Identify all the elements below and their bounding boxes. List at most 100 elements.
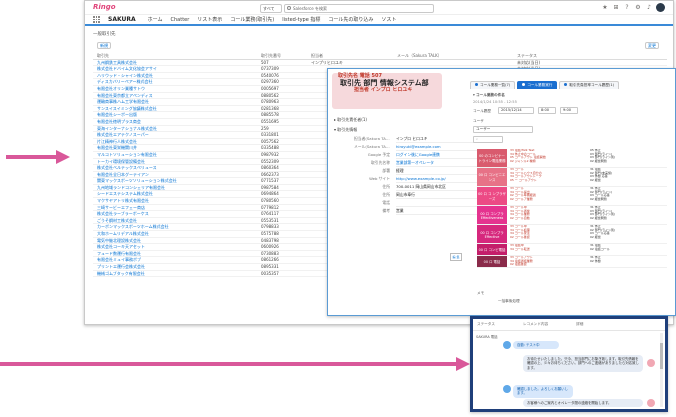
help-icon[interactable]: ? [623,4,631,12]
table-cell[interactable]: 三崎サービーエフェー商店 [93,205,261,211]
table-cell[interactable]: 株式会社コーキ天アセット [93,244,261,250]
table-cell[interactable]: 有限会社シーポー出版 [93,112,261,118]
field-label: 取引先名称 [371,160,390,165]
notifications-icon[interactable]: ♪ [645,4,653,12]
table-cell[interactable]: 機械ゴムブタック有限会社 [93,271,261,277]
call-section-title[interactable]: ▾ コール業務の件名 [473,93,505,98]
call-grid-row[interactable]: 00 ロ コンプラ Effective 33 コール中 34 コール処理 34 コ… [477,225,667,244]
user-avatar[interactable] [656,3,665,12]
table-cell[interactable]: 九州地域ランドコンシェリア有限会社 [93,185,261,191]
table-cell[interactable]: 関東マックスポーツソリューション株式会社 [93,178,261,184]
lookup-input[interactable]: ⌕ [473,136,503,143]
table-cell[interactable]: 片江精神行人株式会社 [93,139,261,145]
call-grid-right-cell[interactable]: 31 電話 02 部門(未実施) 03 休憩 応答 02 経営 [587,168,667,186]
change-button[interactable]: 変更 [645,42,659,49]
call-grid-row[interactable]: 00 ロ 電話 33 コールアウト 34 電話通話業務 02 電話確認 31 休止 … [477,256,667,268]
call-grid-left-cell[interactable]: 33 コール中 34 コール処理 34 コール受注 02 コール確認 [507,225,587,243]
call-grid-left-cell[interactable]: 33 電話中 34 コール転送 [507,244,587,255]
nav-item-metrics[interactable]: listed-type 指標 [282,16,320,23]
table-cell[interactable]: マルコトソリューション有限会社 [93,152,261,158]
call-grid-left-cell[interactable]: 33 コールアウト 34 電話通話業務 02 電話確認 [507,256,587,267]
table-cell[interactable]: フュード数運行有限会社 [93,251,261,257]
table-cell[interactable]: マクサヤアトリ株式有限会社 [93,198,261,204]
call-grid-right-cell[interactable]: 05 休止 03 部門(ライン) 03 部門(ライン別) 02 経営問題 [587,149,667,167]
call-grid-left-cell[interactable]: 33 コール 34 コールハウス自分の 34 コールアウトトーク 05 ー コー… [507,168,587,186]
call-grid-label[interactable]: 00 ロ 電話 [477,256,507,267]
table-cell[interactable]: トーカイ環境保管設備会社 [93,159,261,165]
table-cell[interactable]: 株式会社ラーブラーポーケス [93,211,261,217]
tab-call-history[interactable]: 取引先負担率コール履歴(1) [559,81,620,89]
call-grid-row[interactable]: 00 ロ コンビ電話 33 電話中 34 コール転送 31 電話 02 電話コール [477,244,667,256]
call-grid-label[interactable]: 00 のコンビナー トライン電話業務 [477,149,507,167]
call-grid-left-cell[interactable]: 33 電話/Talk Test 34 休止中のコール 05 コールアウト 電話開… [507,149,587,167]
settings-icon[interactable]: ⚙ [634,4,642,12]
column-header-status[interactable]: ステータス [517,53,657,59]
add-icon[interactable]: ⊞ [612,4,620,12]
call-grid-right-cell[interactable]: 31 電話 02 電話コール [587,244,667,255]
table-cell[interactable]: 有限会社全日本グーテイアン [93,172,261,178]
date-field[interactable]: 2015/12/14 [498,107,534,114]
table-cell[interactable]: 有限会社徳明プラス商会 [93,119,261,125]
call-grid-right-cell[interactable]: 31 休止 02 部門(ライン) 03 コール応答 02 経営問題 [587,187,667,205]
table-cell[interactable]: シードエステシステム株式会社 [93,191,261,197]
table-cell[interactable]: カーボンマックスポーツホーム株式会社 [93,224,261,230]
edit-button[interactable]: 編 集 [450,253,462,261]
global-search-input[interactable]: Salesforce を検索 [284,4,434,13]
search-scope-select[interactable]: すべて [260,4,282,13]
call-grid-label[interactable]: 00 ロ コンプラ Effectiveness [477,206,507,224]
call-grid-label[interactable]: 00 ロ コンビニエンス [477,168,507,186]
column-header-account[interactable]: 取引先 [93,53,261,59]
time-end-field[interactable]: 9:00 [560,107,578,114]
nav-item-call-accounts[interactable]: コール業務(取引先) [230,16,274,23]
user-select[interactable]: ユーザー [473,126,533,133]
section-account-info[interactable]: ▾ 取引先情報 [334,127,357,133]
tab-call-list[interactable]: コール業務一覧(7) [470,81,516,89]
favorites-icon[interactable]: ★ [601,4,609,12]
column-header-number[interactable]: 取引先番号 [261,53,311,59]
table-cell[interactable]: サンスイスイミング協議株式会社 [93,106,261,112]
table-cell[interactable]: 運輸商事株ハム工学有限会社 [93,99,261,105]
table-cell[interactable]: 東海インターナショナル株式会社 [93,126,261,132]
call-grid-label[interactable]: 00 ロ コ ンブラザーズ [477,187,507,205]
column-header-owner[interactable]: 担当者 [311,53,397,59]
table-cell[interactable]: 有限会社ミュイ事務ボブ [93,257,261,263]
call-grid-left-cell[interactable]: 33 コール 34 コール提出 02 コール準備経過 02 コールア業務 [507,187,587,205]
app-launcher-icon[interactable] [93,16,100,23]
call-grid-label[interactable]: 00 ロ コンプラ Effective [477,225,507,243]
table-cell[interactable]: 九州鋼鉄工具株式会社 [93,60,261,66]
table-cell[interactable]: 有限会社東栄機関川井 [93,145,261,151]
call-grid-row[interactable]: 00 のコンビナー トライン電話業務 33 電話/Talk Test 34 休止中… [477,149,667,168]
table-cell[interactable]: 大和ホームリデアル株式会社 [93,231,261,237]
call-grid-right-cell[interactable]: 31 休止 02 休憩 [587,256,667,267]
nav-item-chatter[interactable]: Chatter [171,17,190,23]
table-cell[interactable]: プリントエ運行会株式会社 [93,264,261,270]
call-grid-right-cell[interactable]: 31 休止 02 部門(ライン別) 03 コール応答 02 経営 [587,225,667,243]
tab-call-execute[interactable]: コール業務実行 [517,81,558,89]
table-cell[interactable]: 電気中継北理設株式会社 [93,238,261,244]
table-cell[interactable]: ディスカバリーペアー株式会社 [93,79,261,85]
call-grid-row[interactable]: 00 ロ コンプラ Effectiveness 33 コール中 34 コール通常 … [477,206,667,225]
table-cell[interactable]: ハリウッド・シャイン株式会社 [93,73,261,79]
new-button[interactable]: 新規 [97,42,111,49]
table-cell[interactable]: 株式会社ベルテックスぺリュース [93,165,261,171]
table-cell[interactable]: 株式会社エアテクノスーパー [93,132,261,138]
section-contacts[interactable]: ▸ 取引先責任者(1) [334,117,367,123]
nav-item-home[interactable]: ホーム [148,16,163,23]
call-grid-row[interactable]: 00 ロ コンビニエンス 33 コール 34 コールハウス自分の 34 コールアウ… [477,168,667,187]
call-grid-left-cell[interactable]: 33 コール中 34 コール通常 34 コール業務 02 コール自動 [507,206,587,224]
nav-item-call-import[interactable]: コール先の取り込み [328,16,373,23]
time-start-field[interactable]: 8:00 [538,107,556,114]
call-grid-right-cell[interactable]: 31 休止 03 部門(ライン) 03 部門(ライン別) 02 経営問題 [587,206,667,224]
table-cell[interactable]: 有限会社東京都立アペンディス [93,93,261,99]
table-cell[interactable]: 株式会社ドバイム文化協会アサイ [93,66,261,72]
nav-item-list[interactable]: リスト表示 [197,16,222,23]
table-cell[interactable]: ごうそ鋼材工株式会社 [93,218,261,224]
app-logo[interactable]: Ringo [93,3,116,11]
call-grid-row[interactable]: 00 ロ コ ンブラザーズ 33 コール 34 コール提出 02 コール準備経過 … [477,187,667,206]
table-row[interactable]: 九州鋼鉄工具株式会社 507 インプリヒロユキ 未対応(当日) [93,60,667,67]
chat-scrollbar[interactable] [660,333,663,407]
table-cell[interactable]: 有限会社オリン業種サトウ [93,86,261,92]
nav-item-more[interactable]: ソスト [381,16,396,23]
call-grid-label[interactable]: 00 ロ コンビ電話 [477,244,507,255]
column-header-mail[interactable]: メール（Sakura TALK） [397,53,517,59]
